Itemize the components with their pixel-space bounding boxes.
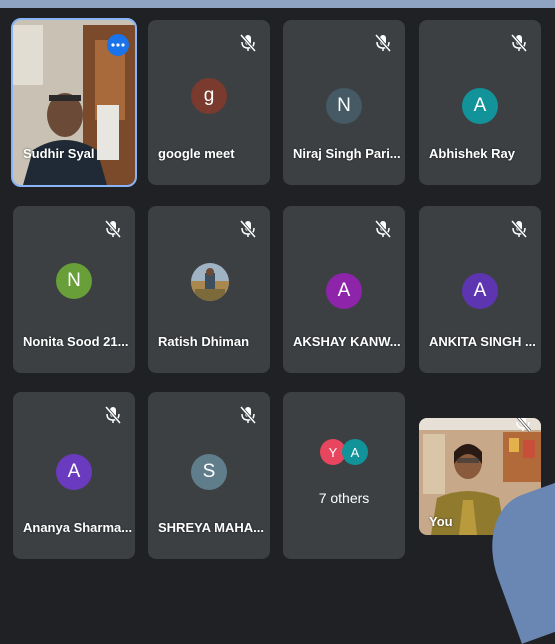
- participant-tile-niraj[interactable]: N Niraj Singh Pari...: [283, 20, 405, 185]
- more-horizontal-icon: [111, 43, 125, 47]
- participant-avatar: N: [56, 263, 92, 299]
- mic-off-icon: [240, 34, 256, 52]
- participant-tile-abhishek[interactable]: A Abhishek Ray: [419, 20, 541, 185]
- participant-grid: Sudhir Syal g google meet N Niraj Singh …: [0, 0, 555, 571]
- participant-tile-google-meet[interactable]: g google meet: [148, 20, 270, 185]
- participant-avatar: A: [462, 88, 498, 124]
- participant-tile-ratish[interactable]: Ratish Dhiman: [148, 206, 270, 373]
- participant-photo-avatar: [191, 263, 229, 301]
- others-avatar-a: A: [342, 439, 368, 465]
- mic-off-icon: [105, 406, 121, 424]
- mic-off-icon: [240, 406, 256, 424]
- participant-name: You: [429, 514, 453, 529]
- participant-name: Ratish Dhiman: [158, 334, 250, 349]
- participant-name: Sudhir Syal: [23, 146, 95, 161]
- mic-off-icon: [511, 34, 527, 52]
- participant-tile-akshay[interactable]: A AKSHAY KANW...: [283, 206, 405, 373]
- participant-name: Ananya Sharma...: [23, 520, 133, 535]
- participant-tile-ananya[interactable]: A Ananya Sharma...: [13, 392, 135, 559]
- mic-off-icon: [240, 220, 256, 238]
- participant-name: SHREYA MAHA...: [158, 520, 264, 535]
- participant-tile-nonita[interactable]: N Nonita Sood 21...: [13, 206, 135, 373]
- participant-name: Niraj Singh Pari...: [293, 146, 401, 161]
- others-count-label: 7 others: [318, 490, 370, 506]
- participant-avatar: g: [191, 78, 227, 114]
- participant-avatar: S: [191, 454, 227, 490]
- others-tile[interactable]: Y A 7 others: [283, 392, 405, 559]
- mic-off-icon: [375, 34, 391, 52]
- participant-avatar: A: [462, 273, 498, 309]
- participant-avatar: N: [326, 88, 362, 124]
- participant-name: google meet: [158, 146, 235, 161]
- participant-tile-shreya[interactable]: S SHREYA MAHA...: [148, 392, 270, 559]
- participant-avatar: A: [56, 454, 92, 490]
- participant-tile-sudhir[interactable]: Sudhir Syal: [11, 18, 137, 187]
- participant-avatar: A: [326, 273, 362, 309]
- mic-off-icon: [516, 418, 531, 432]
- participant-name: Abhishek Ray: [429, 146, 515, 161]
- mic-off-icon: [105, 220, 121, 238]
- participant-name: Nonita Sood 21...: [23, 334, 129, 349]
- mic-off-icon: [511, 220, 527, 238]
- participant-name: ANKITA SINGH ...: [429, 334, 536, 349]
- participant-name: AKSHAY KANW...: [293, 334, 401, 349]
- more-options-button[interactable]: [107, 34, 129, 56]
- mic-off-icon: [375, 220, 391, 238]
- participant-tile-ankita[interactable]: A ANKITA SINGH ...: [419, 206, 541, 373]
